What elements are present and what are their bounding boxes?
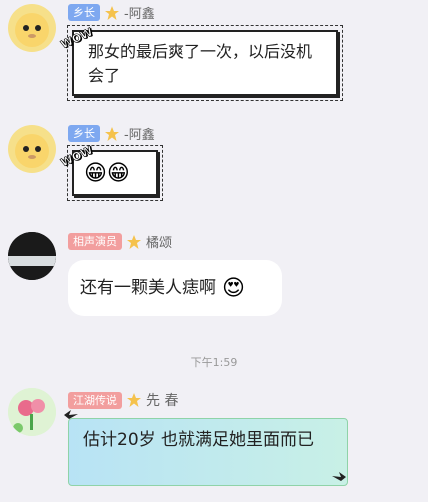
avatar-xianchun[interactable] [8, 388, 56, 436]
message-bubble[interactable]: 那女的最后爽了一次，以后没机会了 [67, 25, 343, 101]
rank-badge: 乡长 [68, 4, 100, 21]
sender-row: 乡长 -阿鑫 [68, 3, 155, 22]
bird-icon [64, 410, 78, 419]
message-bubble[interactable]: 估计20岁 也就满足她里面而已 [68, 418, 348, 486]
avatar-juson[interactable] [8, 232, 56, 280]
sender-name: -阿鑫 [124, 7, 155, 22]
message-text: 还有一颗美人痣啊 [80, 278, 216, 298]
rank-badge: 相声演员 [68, 233, 122, 250]
sender-row: 江湖传说 先 春 [68, 390, 178, 410]
avatar-axin-1[interactable] [8, 4, 56, 52]
avatar-axin-2[interactable] [8, 125, 56, 173]
message-bubble[interactable]: 还有一颗美人痣啊 😍 [68, 260, 282, 316]
timestamp: 下午1:59 [190, 356, 238, 369]
sender-name: -阿鑫 [124, 128, 155, 143]
star-icon [105, 126, 119, 141]
rank-badge: 乡长 [68, 125, 100, 142]
sender-row: 相声演员 橘颂 [68, 232, 172, 251]
star-icon [127, 393, 141, 407]
sender-row: 乡长 -阿鑫 [68, 124, 155, 143]
sender-name: 先 春 [146, 393, 179, 409]
star-icon [127, 234, 141, 249]
bird-icon [332, 472, 346, 481]
heart-eyes-emoji-icon: 😍 [222, 275, 245, 301]
sender-name: 橘颂 [146, 236, 173, 251]
rank-badge: 江湖传说 [68, 391, 122, 409]
grin-emoji-icon: 😁😁 [84, 161, 130, 186]
message-text: 那女的最后爽了一次，以后没机会了 [88, 42, 313, 85]
star-icon [105, 5, 119, 20]
message-text: 估计20岁 也就满足她里面而已 [83, 430, 315, 450]
